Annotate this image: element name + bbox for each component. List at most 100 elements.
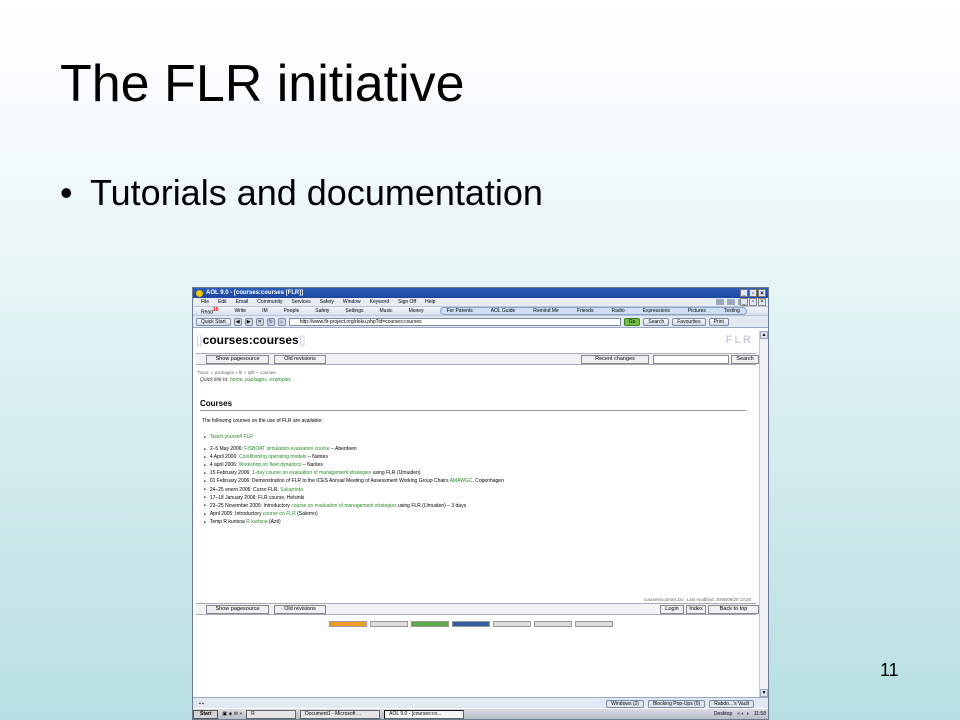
inner-minimize-icon[interactable]: _	[740, 298, 748, 306]
wiki-search-input[interactable]	[653, 355, 729, 364]
menu-window[interactable]: Window	[343, 299, 361, 305]
task-aol[interactable]: AOL 9.0 - [courses:co...	[384, 709, 465, 719]
start-button[interactable]: Start	[193, 709, 219, 719]
teach-yourself-link[interactable]: Teach yourself FLR	[210, 434, 253, 440]
php-badge[interactable]	[452, 621, 490, 627]
course-text: 23–25 November 2005: Introductory	[209, 502, 292, 509]
course-text: 4 April 2006:	[209, 454, 239, 461]
vault-button[interactable]: Rabdo...'s Vault	[709, 699, 754, 708]
quick-start-button[interactable]: Quick Start	[196, 317, 231, 326]
go-button[interactable]: Go	[623, 317, 641, 326]
course-link[interactable]: AMAWGC	[450, 478, 473, 484]
toolbar-money[interactable]: Money	[409, 308, 424, 314]
menu-file[interactable]: File	[201, 299, 209, 305]
printer-icon[interactable]	[716, 299, 724, 305]
cc-badge[interactable]	[370, 621, 408, 627]
course-link[interactable]: Sukarrieta	[280, 487, 303, 493]
course-link[interactable]: course on evaluation of management strat…	[291, 503, 396, 509]
toolbar-write[interactable]: Write	[235, 308, 247, 314]
list-item: Teach yourself FLR	[204, 434, 504, 442]
menu-edit[interactable]: Edit	[218, 299, 227, 305]
course-text: – Aberdeen	[329, 446, 357, 453]
toolbar-settings[interactable]: Settings	[345, 308, 363, 314]
toolbar-radio[interactable]: Radio	[612, 308, 625, 314]
close-icon[interactable]: ×	[758, 289, 766, 297]
forward-icon[interactable]: ▶	[244, 317, 253, 326]
toolbar-pictures[interactable]: Pictures	[688, 308, 706, 314]
menu-keyword[interactable]: Keyword	[370, 299, 389, 305]
toolbar-expressions[interactable]: Expressions	[643, 308, 670, 314]
xhtml-badge[interactable]	[493, 621, 531, 627]
intro-text: The following courses on the use of FLR …	[202, 418, 323, 424]
task-r[interactable]: R	[246, 709, 297, 719]
menu-help[interactable]: Help	[425, 299, 435, 305]
css-badge[interactable]	[534, 621, 572, 627]
tray-icons[interactable]: « ◐ ◑	[737, 711, 749, 717]
wiki-page-title[interactable]: [[courses:courses]]	[196, 333, 305, 347]
menu-community[interactable]: Community	[257, 299, 282, 305]
course-text: (Azti)	[267, 518, 281, 525]
list-item: 2–5 May 2006: FISBOAT simulation evaluat…	[204, 446, 504, 454]
toolbar-im[interactable]: IM	[262, 308, 268, 314]
course-text: 17–18 January 2006: FLR course, Helsinki	[209, 494, 305, 501]
old-revisions-button[interactable]: Old revisions	[274, 355, 326, 364]
quicklaunch-icons[interactable]: ▣ ◈ ✉ »	[222, 711, 242, 717]
quick-link[interactable]: home, packages, examples	[230, 377, 291, 383]
course-link[interactable]: Workshop on fleet dynamics	[239, 462, 302, 468]
toolbar-for-parents[interactable]: For Parents	[447, 308, 473, 314]
course-text: , Copenhagen	[472, 478, 504, 485]
desktop-toolbar[interactable]: Desktop	[714, 711, 732, 717]
course-link[interactable]: course on FLR	[263, 511, 296, 517]
toolbar-texting[interactable]: Texting	[724, 308, 740, 314]
vertical-scrollbar[interactable]: ▲ ▼	[759, 331, 768, 697]
old-revisions-button-bottom[interactable]: Old revisions	[274, 605, 326, 614]
slide-title: The FLR initiative	[60, 55, 465, 113]
inner-close-icon[interactable]: ×	[758, 298, 766, 306]
restore-icon[interactable]: ▫	[749, 289, 757, 297]
menu-services[interactable]: Services	[292, 299, 311, 305]
toolbar-people[interactable]: People	[284, 308, 300, 314]
menu-safety[interactable]: Safety	[320, 299, 334, 305]
stop-icon[interactable]: ✕	[255, 317, 264, 326]
url-input[interactable]: http://www.flr-project.org/doku.php?id=c…	[288, 317, 621, 326]
task-document1[interactable]: Document1 - Microsoft ...	[300, 709, 381, 719]
minimize-icon[interactable]: _	[740, 289, 748, 297]
donate-badge[interactable]	[411, 621, 449, 627]
course-link[interactable]: Conditioning operating models	[239, 454, 307, 460]
toolbar-safety[interactable]: Safety	[315, 308, 329, 314]
back-icon[interactable]: ◀	[233, 317, 242, 326]
course-link[interactable]: R kurtsoa	[246, 519, 267, 525]
heart-icon[interactable]	[727, 299, 735, 305]
toolbar-music[interactable]: Music	[380, 308, 393, 314]
clock: 11:58	[753, 711, 766, 717]
recent-changes-button[interactable]: Recent changes	[581, 355, 649, 364]
search-button[interactable]: Search	[643, 317, 670, 326]
show-pagesource-button[interactable]: Show pagesource	[206, 355, 269, 364]
course-link[interactable]: 1-day course on evaluation of management…	[252, 470, 371, 476]
home-icon[interactable]: ⌂	[277, 317, 286, 326]
wiki-search-button[interactable]: Search	[731, 355, 759, 364]
rss-badge[interactable]	[329, 621, 367, 627]
toolbar-remind-me[interactable]: Remind Me	[533, 308, 559, 314]
print-button[interactable]: Print	[708, 317, 729, 326]
dokuwiki-badge[interactable]	[575, 621, 613, 627]
course-link[interactable]: FISBOAT simulation evaluation course	[244, 446, 329, 452]
menu-sign-off[interactable]: Sign Off	[398, 299, 416, 305]
favourites-button[interactable]: Favourites	[672, 317, 706, 326]
scroll-down-icon[interactable]: ▼	[760, 689, 768, 697]
popups-button[interactable]: Blocking Pop-Ups (0)	[647, 699, 706, 708]
toolbar-friends[interactable]: Friends	[577, 308, 594, 314]
scroll-up-icon[interactable]: ▲	[760, 331, 768, 339]
quick-links: Quick link to: home, packages, examples	[200, 377, 291, 383]
index-button[interactable]: Index	[686, 605, 706, 614]
back-to-top-button[interactable]: Back to top	[708, 605, 759, 614]
flr-logo: FLR	[725, 334, 753, 346]
reload-icon[interactable]: ↻	[266, 317, 275, 326]
show-pagesource-button-bottom[interactable]: Show pagesource	[206, 605, 269, 614]
windows-button[interactable]: Windows (2)	[606, 699, 644, 708]
login-button[interactable]: Login	[660, 605, 684, 614]
menu-email[interactable]: Email	[236, 299, 249, 305]
toolbar-read[interactable]: Read10	[201, 307, 219, 316]
toolbar-aol-guide[interactable]: AOL Guide	[491, 308, 516, 314]
inner-restore-icon[interactable]: ▫	[749, 298, 757, 306]
